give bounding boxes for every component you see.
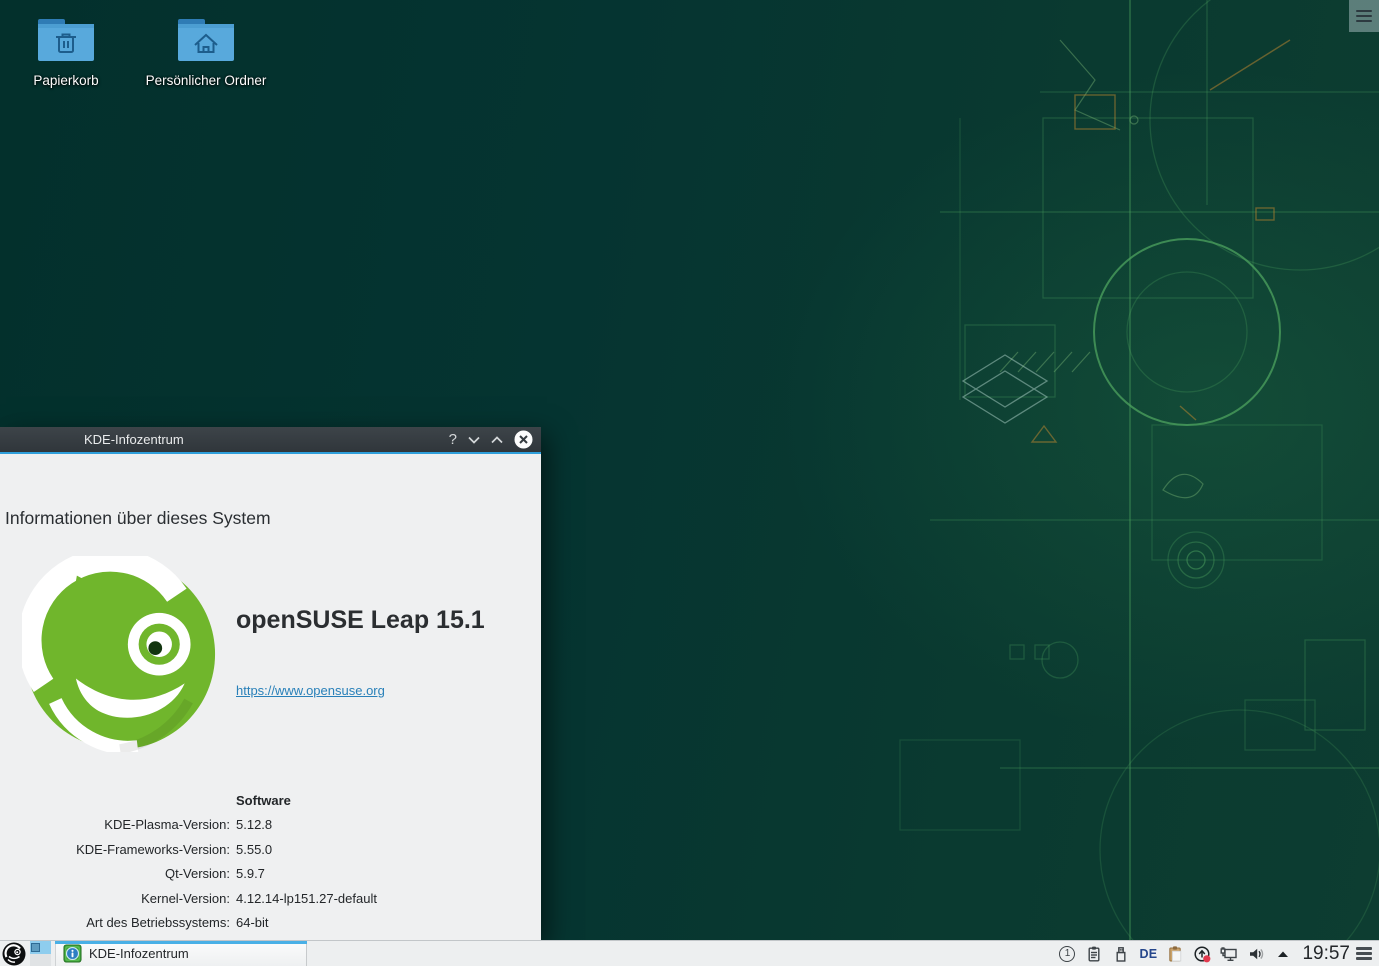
task-button-infocenter[interactable]: KDE-Infozentrum bbox=[55, 941, 307, 966]
window-title: KDE-Infozentrum bbox=[84, 432, 184, 447]
notifications-icon[interactable]: 1 bbox=[1058, 945, 1076, 963]
row-value: 5.55.0 bbox=[236, 842, 272, 857]
row-value: 5.12.8 bbox=[236, 817, 272, 832]
trash-folder-icon bbox=[35, 14, 97, 66]
row-label: Art des Betriebssystems: bbox=[0, 915, 230, 930]
table-row: Qt-Version: 5.9.7 bbox=[0, 862, 541, 887]
maximize-button[interactable] bbox=[491, 436, 503, 444]
row-value: 64-bit bbox=[236, 915, 269, 930]
panel-menu-button[interactable] bbox=[1356, 945, 1372, 963]
row-value: 5.9.7 bbox=[236, 866, 265, 881]
system-tray: 1 DE bbox=[1058, 945, 1292, 963]
home-folder-icon bbox=[175, 14, 237, 66]
table-row: KDE-Plasma-Version: 5.12.8 bbox=[0, 813, 541, 838]
titlebar-buttons: ? bbox=[449, 427, 533, 452]
software-section-header: Software bbox=[0, 788, 541, 813]
desktop-toolbox-button[interactable] bbox=[1349, 0, 1379, 32]
chevron-down-icon bbox=[468, 436, 480, 444]
taskbar-panel: KDE-Infozentrum 1 bbox=[0, 940, 1379, 966]
digital-clock[interactable]: 19:57 bbox=[1302, 943, 1350, 965]
task-label: KDE-Infozentrum bbox=[89, 946, 189, 961]
window-titlebar[interactable]: KDE-Infozentrum ? bbox=[0, 427, 541, 454]
row-label: Kernel-Version: bbox=[0, 891, 230, 906]
row-label: KDE-Plasma-Version: bbox=[0, 817, 230, 832]
page-title: Informationen über dieses System bbox=[5, 508, 271, 529]
minimize-button[interactable] bbox=[468, 436, 480, 444]
pager-desktop-2[interactable] bbox=[30, 954, 51, 966]
desktop-icon-home[interactable]: Persönlicher Ordner bbox=[140, 14, 272, 88]
table-row: Kernel-Version: 4.12.14-lp151.27-default bbox=[0, 886, 541, 911]
table-row: Art des Betriebssystems: 64-bit bbox=[0, 911, 541, 936]
close-icon bbox=[514, 430, 533, 449]
table-row: KDE-Frameworks-Version: 5.55.0 bbox=[0, 837, 541, 862]
distro-name: openSUSE Leap 15.1 bbox=[236, 606, 485, 635]
pager-desktop-1[interactable] bbox=[30, 941, 51, 954]
desktop-icon-label: Papierkorb bbox=[33, 73, 98, 88]
window-content: Informationen über dieses System openSUS… bbox=[0, 454, 541, 940]
updates-available-icon[interactable] bbox=[1193, 945, 1211, 963]
hamburger-icon bbox=[1356, 7, 1372, 25]
opensuse-geeko-logo bbox=[22, 556, 218, 752]
help-button[interactable]: ? bbox=[449, 432, 457, 447]
clipboard-icon[interactable] bbox=[1085, 945, 1103, 963]
kde-infocenter-window: KDE-Infozentrum ? bbox=[0, 427, 541, 940]
volume-icon[interactable] bbox=[1247, 945, 1265, 963]
application-launcher-button[interactable] bbox=[2, 942, 26, 966]
help-icon: ? bbox=[449, 432, 457, 447]
network-icon[interactable] bbox=[1220, 945, 1238, 963]
expand-tray-icon[interactable] bbox=[1274, 945, 1292, 963]
distro-link[interactable]: https://www.opensuse.org bbox=[236, 683, 385, 698]
desktop-icon-trash[interactable]: Papierkorb bbox=[6, 14, 126, 88]
row-value: 4.12.14-lp151.27-default bbox=[236, 891, 377, 906]
paste-clipboard-icon[interactable] bbox=[1166, 945, 1184, 963]
pager-window-rect bbox=[31, 943, 40, 952]
software-info-table: Software KDE-Plasma-Version: 5.12.8 KDE-… bbox=[0, 788, 541, 935]
usb-device-icon[interactable] bbox=[1112, 945, 1130, 963]
close-button[interactable] bbox=[514, 430, 533, 449]
keyboard-layout-indicator[interactable]: DE bbox=[1139, 947, 1157, 961]
desktop-icon-label: Persönlicher Ordner bbox=[146, 73, 267, 88]
row-label: Qt-Version: bbox=[0, 866, 230, 881]
info-icon bbox=[63, 944, 82, 963]
virtual-desktop-pager[interactable] bbox=[30, 941, 51, 966]
row-label: KDE-Frameworks-Version: bbox=[0, 842, 230, 857]
chevron-up-icon bbox=[491, 436, 503, 444]
